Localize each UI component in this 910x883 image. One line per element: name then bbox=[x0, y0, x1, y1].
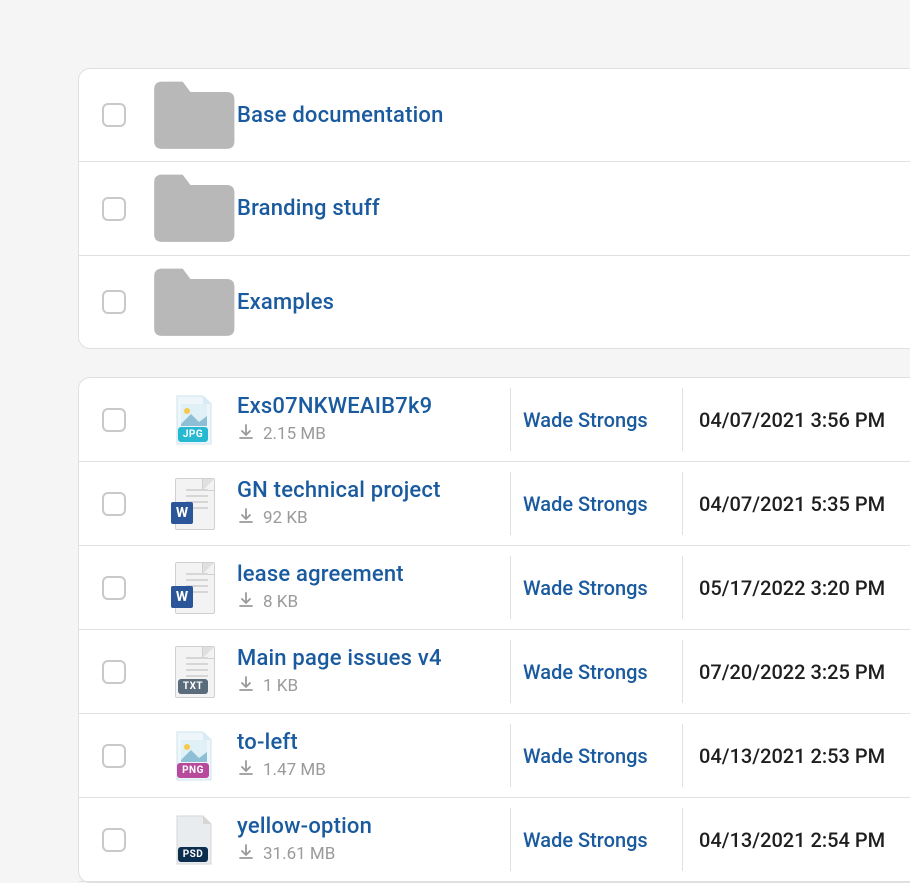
file-author[interactable]: Wade Strongs bbox=[510, 724, 682, 787]
png-icon: PNG bbox=[177, 763, 209, 778]
checkbox-cell bbox=[79, 408, 149, 432]
file-row[interactable]: PSD yellow-option 31.61 MB Wade Strongs04/1… bbox=[79, 798, 910, 882]
checkbox[interactable] bbox=[102, 576, 126, 600]
file-name[interactable]: lease agreement bbox=[237, 562, 494, 587]
checkbox-cell bbox=[79, 576, 149, 600]
file-author[interactable]: Wade Strongs bbox=[510, 556, 682, 619]
file-type-icon: JPG bbox=[149, 394, 237, 446]
file-date: 05/17/2022 3:20 PM bbox=[682, 556, 910, 619]
file-name[interactable]: to-left bbox=[237, 730, 494, 755]
file-name-cell: GN technical project 92 KB bbox=[237, 478, 510, 530]
file-row[interactable]: JPG Exs07NKWEAIB7k9 2.15 MB Wade Strongs04/… bbox=[79, 378, 910, 462]
file-row[interactable]: PNG to-left 1.47 MB Wade Strongs04/13/2021 … bbox=[79, 714, 910, 798]
checkbox-cell bbox=[79, 744, 149, 768]
folder-row[interactable]: Branding stuff bbox=[79, 162, 910, 255]
file-row[interactable]: W GN technical project 92 KB Wade Strongs04… bbox=[79, 462, 910, 546]
checkbox[interactable] bbox=[102, 660, 126, 684]
checkbox[interactable] bbox=[102, 828, 126, 852]
file-date: 04/07/2021 3:56 PM bbox=[682, 388, 910, 451]
download-icon[interactable] bbox=[237, 591, 255, 614]
file-name[interactable]: GN technical project bbox=[237, 478, 494, 503]
txt-icon: TXT bbox=[178, 679, 208, 694]
file-name[interactable]: Main page issues v4 bbox=[237, 646, 494, 671]
file-size: 2.15 MB bbox=[263, 424, 326, 444]
file-date: 04/07/2021 5:35 PM bbox=[682, 472, 910, 535]
psd-icon: PSD bbox=[178, 847, 209, 862]
download-icon[interactable] bbox=[237, 759, 255, 782]
file-name[interactable]: Exs07NKWEAIB7k9 bbox=[237, 394, 494, 419]
file-date: 07/20/2022 3:25 PM bbox=[682, 640, 910, 703]
file-date: 04/13/2021 2:54 PM bbox=[682, 808, 910, 871]
folder-row[interactable]: Examples bbox=[79, 256, 910, 348]
file-name-cell: Exs07NKWEAIB7k9 2.15 MB bbox=[237, 394, 510, 446]
files-list: JPGExs07NKWEAIB7k92.15 MBWade Strongs04/… bbox=[78, 377, 910, 883]
file-size: 1 KB bbox=[263, 676, 298, 696]
file-size: 31.61 MB bbox=[263, 844, 335, 864]
file-name[interactable]: yellow-option bbox=[237, 814, 494, 839]
download-icon[interactable] bbox=[237, 843, 255, 866]
word-icon: W bbox=[171, 502, 193, 524]
folder-icon bbox=[149, 79, 237, 151]
file-row[interactable]: TXT Main page issues v4 1 KB Wade Strongs07… bbox=[79, 630, 910, 714]
file-row[interactable]: Wlease agreement 8 KB Wade Strongs05/17/20… bbox=[79, 546, 910, 630]
file-type-icon: PNG bbox=[149, 730, 237, 782]
checkbox-cell bbox=[79, 492, 149, 516]
file-date: 04/13/2021 2:53 PM bbox=[682, 724, 910, 787]
file-name-cell: yellow-option 31.61 MB bbox=[237, 814, 510, 866]
checkbox-cell bbox=[79, 660, 149, 684]
folder-name[interactable]: Base documentation bbox=[237, 103, 444, 128]
checkbox-cell bbox=[79, 828, 149, 852]
file-name-cell: to-left 1.47 MB bbox=[237, 730, 510, 782]
checkbox[interactable] bbox=[102, 103, 126, 127]
file-author[interactable]: Wade Strongs bbox=[510, 472, 682, 535]
file-name-cell: Main page issues v4 1 KB bbox=[237, 646, 510, 698]
download-icon[interactable] bbox=[237, 507, 255, 530]
folder-name[interactable]: Branding stuff bbox=[237, 196, 380, 221]
file-type-icon: W bbox=[149, 478, 237, 530]
folder-icon bbox=[149, 266, 237, 338]
checkbox[interactable] bbox=[102, 492, 126, 516]
file-size: 92 KB bbox=[263, 508, 308, 528]
folder-row[interactable]: Base documentation bbox=[79, 69, 910, 162]
file-size: 1.47 MB bbox=[263, 760, 326, 780]
file-name-cell: lease agreement 8 KB bbox=[237, 562, 510, 614]
checkbox[interactable] bbox=[102, 408, 126, 432]
file-size: 8 KB bbox=[263, 592, 298, 612]
checkbox[interactable] bbox=[102, 197, 126, 221]
file-type-icon: W bbox=[149, 562, 237, 614]
folder-icon bbox=[149, 172, 237, 244]
checkbox[interactable] bbox=[102, 744, 126, 768]
folders-list: Base documentation Branding stuff Examples bbox=[78, 68, 910, 349]
file-author[interactable]: Wade Strongs bbox=[510, 388, 682, 451]
checkbox-cell bbox=[79, 103, 149, 127]
file-type-icon: TXT bbox=[149, 646, 237, 698]
checkbox[interactable] bbox=[102, 290, 126, 314]
file-type-icon: PSD bbox=[149, 814, 237, 866]
download-icon[interactable] bbox=[237, 423, 255, 446]
checkbox-cell bbox=[79, 290, 149, 314]
jpg-icon: JPG bbox=[178, 427, 208, 442]
file-author[interactable]: Wade Strongs bbox=[510, 808, 682, 871]
file-author[interactable]: Wade Strongs bbox=[510, 640, 682, 703]
download-icon[interactable] bbox=[237, 675, 255, 698]
checkbox-cell bbox=[79, 197, 149, 221]
word-icon: W bbox=[171, 586, 193, 608]
folder-name[interactable]: Examples bbox=[237, 290, 334, 315]
